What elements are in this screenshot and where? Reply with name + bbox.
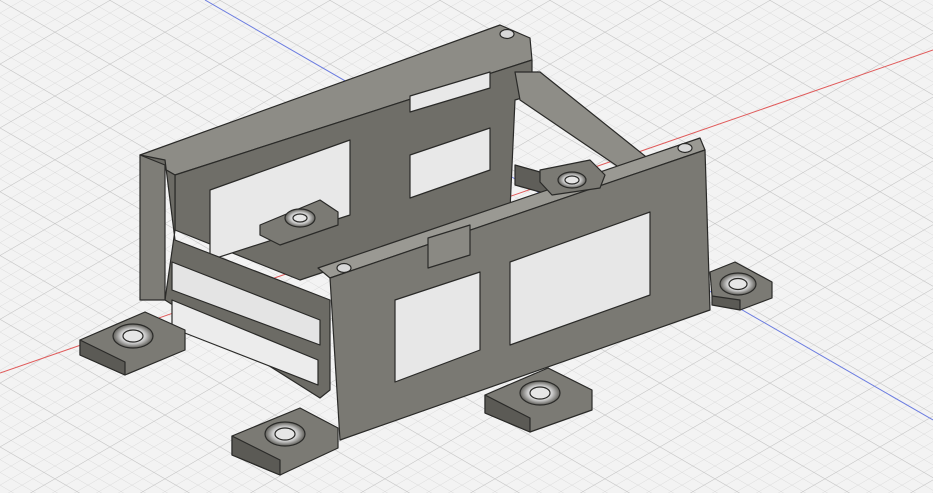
viewport-canvas[interactable]: [0, 0, 933, 493]
post-hole-back: [499, 28, 515, 40]
post-hole-right: [677, 142, 693, 154]
3d-viewport[interactable]: [0, 0, 933, 493]
post-hole-front: [336, 262, 352, 274]
left-wall-outer: [139, 154, 166, 301]
